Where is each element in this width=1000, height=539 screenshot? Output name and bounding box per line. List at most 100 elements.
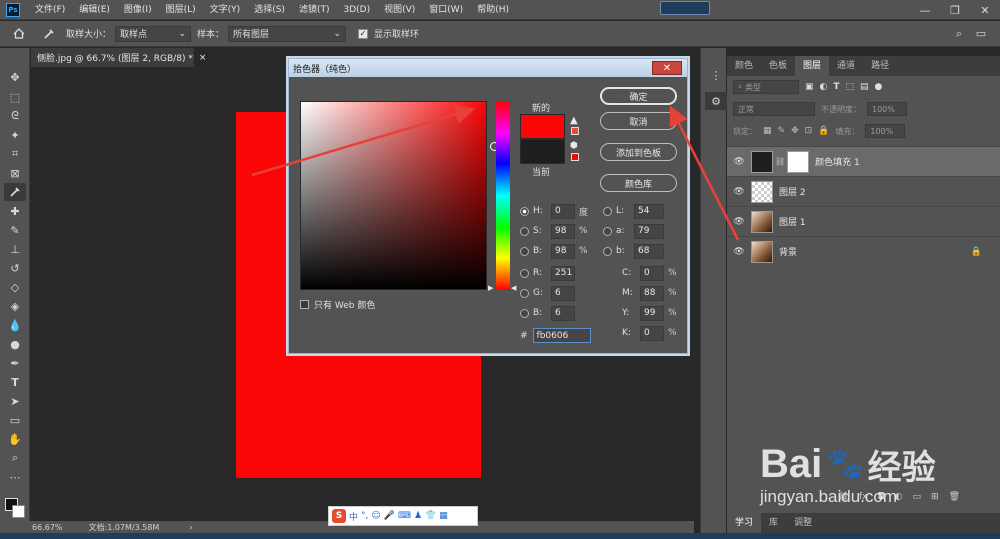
lasso-tool-icon[interactable]: ᘓ <box>4 107 26 125</box>
r-input[interactable]: 251 <box>551 265 575 281</box>
s-radio[interactable] <box>520 226 529 236</box>
more-tools-icon[interactable]: ⋯ <box>4 468 26 486</box>
gamut-color-swatch[interactable] <box>571 127 579 135</box>
opacity-field[interactable]: 100% <box>867 102 907 116</box>
move-tool-icon[interactable]: ✥ <box>4 68 26 86</box>
rectangle-tool-icon[interactable]: ▭ <box>4 411 26 429</box>
saturation-brightness-field[interactable] <box>300 101 499 290</box>
hue-slider[interactable] <box>496 101 510 290</box>
eye-icon[interactable]: 👁 <box>733 217 745 227</box>
filter-adjustment-icon[interactable]: ◐ <box>820 82 828 92</box>
tab-layers[interactable]: 图层 <box>795 56 830 76</box>
hue-slider-left-arrow-icon[interactable]: ▶ <box>488 284 493 292</box>
eye-icon[interactable]: 👁 <box>733 247 745 257</box>
lab-b-input[interactable]: 68 <box>634 243 664 259</box>
filter-pixel-icon[interactable]: ▣ <box>805 82 814 92</box>
restore-button[interactable]: ❐ <box>940 0 970 20</box>
a-radio[interactable] <box>603 226 612 236</box>
g-radio[interactable] <box>520 288 529 298</box>
blue-radio[interactable] <box>520 308 529 318</box>
toolbox-icon[interactable]: ▦ <box>439 511 448 521</box>
brush-tool-icon[interactable]: ✎ <box>4 221 26 239</box>
r-radio[interactable] <box>520 268 529 278</box>
close-button[interactable]: ✕ <box>970 0 1000 20</box>
menu-type[interactable]: 文字(Y) <box>203 0 248 20</box>
history-brush-tool-icon[interactable]: ↺ <box>4 259 26 277</box>
zoom-tool-icon[interactable]: ⌕ <box>4 449 26 467</box>
layer-row-layer-2[interactable]: 👁 图层 2 <box>727 176 1000 206</box>
ok-button[interactable]: 确定 <box>600 87 677 105</box>
menu-layer[interactable]: 图层(L) <box>159 0 203 20</box>
b-input[interactable]: 98 <box>551 243 575 259</box>
workspace-icon[interactable]: ▭ <box>970 25 992 43</box>
menu-filter[interactable]: 滤镜(T) <box>292 0 337 20</box>
tab-close-icon[interactable]: × <box>199 53 207 63</box>
menu-file[interactable]: 文件(F) <box>28 0 72 20</box>
c-input[interactable]: 0 <box>640 265 664 281</box>
ime-punctuation[interactable]: °, <box>361 511 368 521</box>
lock-transparent-icon[interactable]: ▦ <box>763 126 772 136</box>
lock-position-icon[interactable]: ✥ <box>791 126 799 136</box>
tab-paths[interactable]: 路径 <box>863 56 897 76</box>
menu-help[interactable]: 帮助(H) <box>470 0 516 20</box>
magic-wand-tool-icon[interactable]: ✦ <box>4 126 26 144</box>
pen-tool-icon[interactable]: ✒ <box>4 354 26 372</box>
layer-row-background[interactable]: 👁 背景 🔒 <box>727 236 1000 266</box>
m-input[interactable]: 88 <box>640 285 664 301</box>
menu-select[interactable]: 选择(S) <box>247 0 292 20</box>
home-icon[interactable] <box>8 25 30 43</box>
emoji-icon[interactable]: ☺ <box>371 511 380 521</box>
hex-input[interactable]: fb0606 <box>532 328 591 343</box>
b-radio[interactable] <box>520 246 529 256</box>
minimize-button[interactable]: — <box>910 0 940 20</box>
dialog-titlebar[interactable]: 拾色器（纯色） <box>289 59 687 77</box>
y-input[interactable]: 99 <box>640 305 664 321</box>
zoom-level[interactable]: 66.67% <box>32 523 63 532</box>
g-input[interactable]: 6 <box>551 285 575 301</box>
search-icon[interactable]: ⌕ <box>948 25 970 43</box>
lock-all-icon[interactable]: 🔒 <box>818 126 829 136</box>
l-input[interactable]: 54 <box>634 203 664 219</box>
blur-tool-icon[interactable]: 💧 <box>4 316 26 334</box>
path-selection-tool-icon[interactable]: ➤ <box>4 392 26 410</box>
crop-tool-icon[interactable]: ⌗ <box>4 145 26 163</box>
marquee-tool-icon[interactable]: ⬚ <box>4 88 26 106</box>
document-tab[interactable]: 侧脸.jpg @ 66.7% (图层 2, RGB/8) * × <box>31 48 206 67</box>
microphone-icon[interactable]: 🎤 <box>384 511 395 521</box>
menu-view[interactable]: 视图(V) <box>377 0 422 20</box>
menu-3d[interactable]: 3D(D) <box>336 0 377 20</box>
clone-stamp-tool-icon[interactable]: ⊥ <box>4 240 26 258</box>
tab-adjustments[interactable]: 调整 <box>786 513 820 533</box>
skin-icon[interactable]: 👕 <box>425 511 436 521</box>
k-input[interactable]: 0 <box>640 325 664 341</box>
eyedropper-preset-icon[interactable] <box>38 25 60 43</box>
a-input[interactable]: 79 <box>634 223 664 239</box>
filter-smart-icon[interactable]: ▤ <box>860 82 869 92</box>
sample-select[interactable]: 所有图层 ⌄ <box>228 25 347 42</box>
layer-filter-select[interactable]: ⌕ 类型 <box>733 80 799 94</box>
chevron-right-icon[interactable]: › <box>189 523 192 532</box>
web-only-checkbox[interactable] <box>300 300 309 309</box>
keyboard-icon[interactable]: ⌨ <box>398 511 411 521</box>
properties-panel-icon[interactable]: ⚙ <box>705 92 727 110</box>
layer-row-color-fill[interactable]: 👁 ⛓ 颜色填充 1 <box>727 146 1000 176</box>
cancel-button[interactable]: 取消 <box>600 112 677 130</box>
tab-learn[interactable]: 学习 <box>727 513 762 533</box>
blue-input[interactable]: 6 <box>551 305 575 321</box>
tab-libraries[interactable]: 库 <box>761 513 786 533</box>
delete-layer-icon[interactable]: 🗑 <box>949 492 960 502</box>
out-of-gamut-warning-icon[interactable]: ▲ <box>570 115 578 126</box>
lock-paint-icon[interactable]: ✎ <box>778 126 786 136</box>
lab-b-radio[interactable] <box>603 246 612 256</box>
healing-brush-tool-icon[interactable]: ✚ <box>4 202 26 220</box>
eyedropper-tool-icon[interactable] <box>4 183 26 201</box>
l-radio[interactable] <box>603 206 612 216</box>
sample-size-select[interactable]: 取样点 ⌄ <box>115 25 192 42</box>
fill-field[interactable]: 100% <box>865 124 906 138</box>
eye-icon[interactable]: 👁 <box>733 187 745 197</box>
menu-edit[interactable]: 编辑(E) <box>72 0 117 20</box>
menu-window[interactable]: 窗口(W) <box>422 0 470 20</box>
layer-row-layer-1[interactable]: 👁 图层 1 <box>727 206 1000 236</box>
type-tool-icon[interactable]: T <box>4 373 26 391</box>
user-icon[interactable]: ♟ <box>414 511 422 521</box>
